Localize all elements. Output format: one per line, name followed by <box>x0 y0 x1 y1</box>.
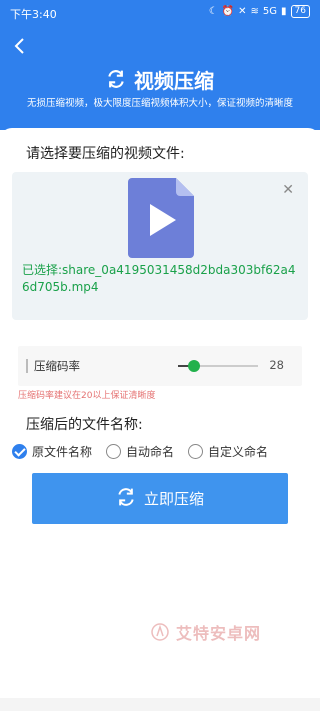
status-time: 下午3:40 <box>10 8 57 21</box>
slider-thumb[interactable] <box>188 360 200 372</box>
file-section-title: 请选择要压缩的视频文件: <box>26 146 185 162</box>
sync-icon <box>106 69 126 89</box>
network-label: 5G <box>262 6 278 17</box>
option-label: 自动命名 <box>126 445 175 459</box>
radio-original-name[interactable] <box>12 444 27 459</box>
option-label: 自定义命名 <box>208 445 269 459</box>
naming-section-title: 压缩后的文件名称: <box>26 417 143 433</box>
mute-icon: ✕ <box>238 6 247 17</box>
signal-icon: ▮ <box>281 6 287 17</box>
compress-button-label: 立即压缩 <box>143 490 204 508</box>
wifi-icon: ≋ <box>250 6 259 17</box>
compress-button[interactable]: 立即压缩 <box>32 473 288 524</box>
back-arrow-icon <box>14 38 24 54</box>
page-title: 视频压缩 <box>134 68 214 93</box>
home-bar <box>0 698 320 711</box>
selected-file-text: 已选择:share_0a4195031458d2bda303bf62a46d70… <box>22 263 296 294</box>
option-auto-name[interactable]: 自动命名 <box>106 443 174 460</box>
bitrate-hint: 压缩码率建议在20以上保证清晰度 <box>18 391 156 401</box>
close-icon[interactable]: ✕ <box>282 182 294 198</box>
bitrate-slider[interactable] <box>178 360 258 372</box>
battery-icon: 76 <box>290 5 310 18</box>
naming-options: 原文件名称 自动命名 自定义命名 <box>12 443 312 460</box>
video-file-icon <box>128 178 194 262</box>
page-subtitle: 无损压缩视频，极大限度压缩视频体积大小，保证视频的清晰度 <box>26 98 293 109</box>
radio-custom-name[interactable] <box>188 444 204 459</box>
title-row: 视频压缩 <box>0 64 320 94</box>
watermark-logo-icon <box>151 623 169 641</box>
sync-icon <box>116 487 136 511</box>
file-preview-box[interactable]: ✕ 已选择:share_0a4195031458d2bda303bf62a46d… <box>12 172 308 320</box>
bitrate-accent-bar <box>26 359 28 373</box>
radio-auto-name[interactable] <box>106 444 122 459</box>
status-icons: ☾ ⏰ ✕ ≋ 5G ▮ 76 <box>209 5 310 18</box>
option-label: 原文件名称 <box>32 445 93 459</box>
alarm-icon: ⏰ <box>221 6 235 17</box>
moon-icon: ☾ <box>208 6 218 17</box>
bitrate-value: 28 <box>269 358 284 372</box>
watermark-text: 艾特安卓网 <box>176 624 262 643</box>
header: 下午3:40 ☾ ⏰ ✕ ≋ 5G ▮ 76 视频压缩 无损压缩视频，极大限度压… <box>0 0 320 130</box>
watermark: 艾特安卓网 <box>150 620 261 644</box>
bitrate-label: 压缩码率 <box>34 359 80 373</box>
bitrate-row: 压缩码率 28 <box>18 346 302 386</box>
back-button[interactable] <box>10 36 30 56</box>
option-custom-name[interactable]: 自定义命名 <box>188 443 268 460</box>
status-bar: 下午3:40 ☾ ⏰ ✕ ≋ 5G ▮ 76 <box>0 0 320 26</box>
option-original-name[interactable]: 原文件名称 <box>12 443 92 460</box>
